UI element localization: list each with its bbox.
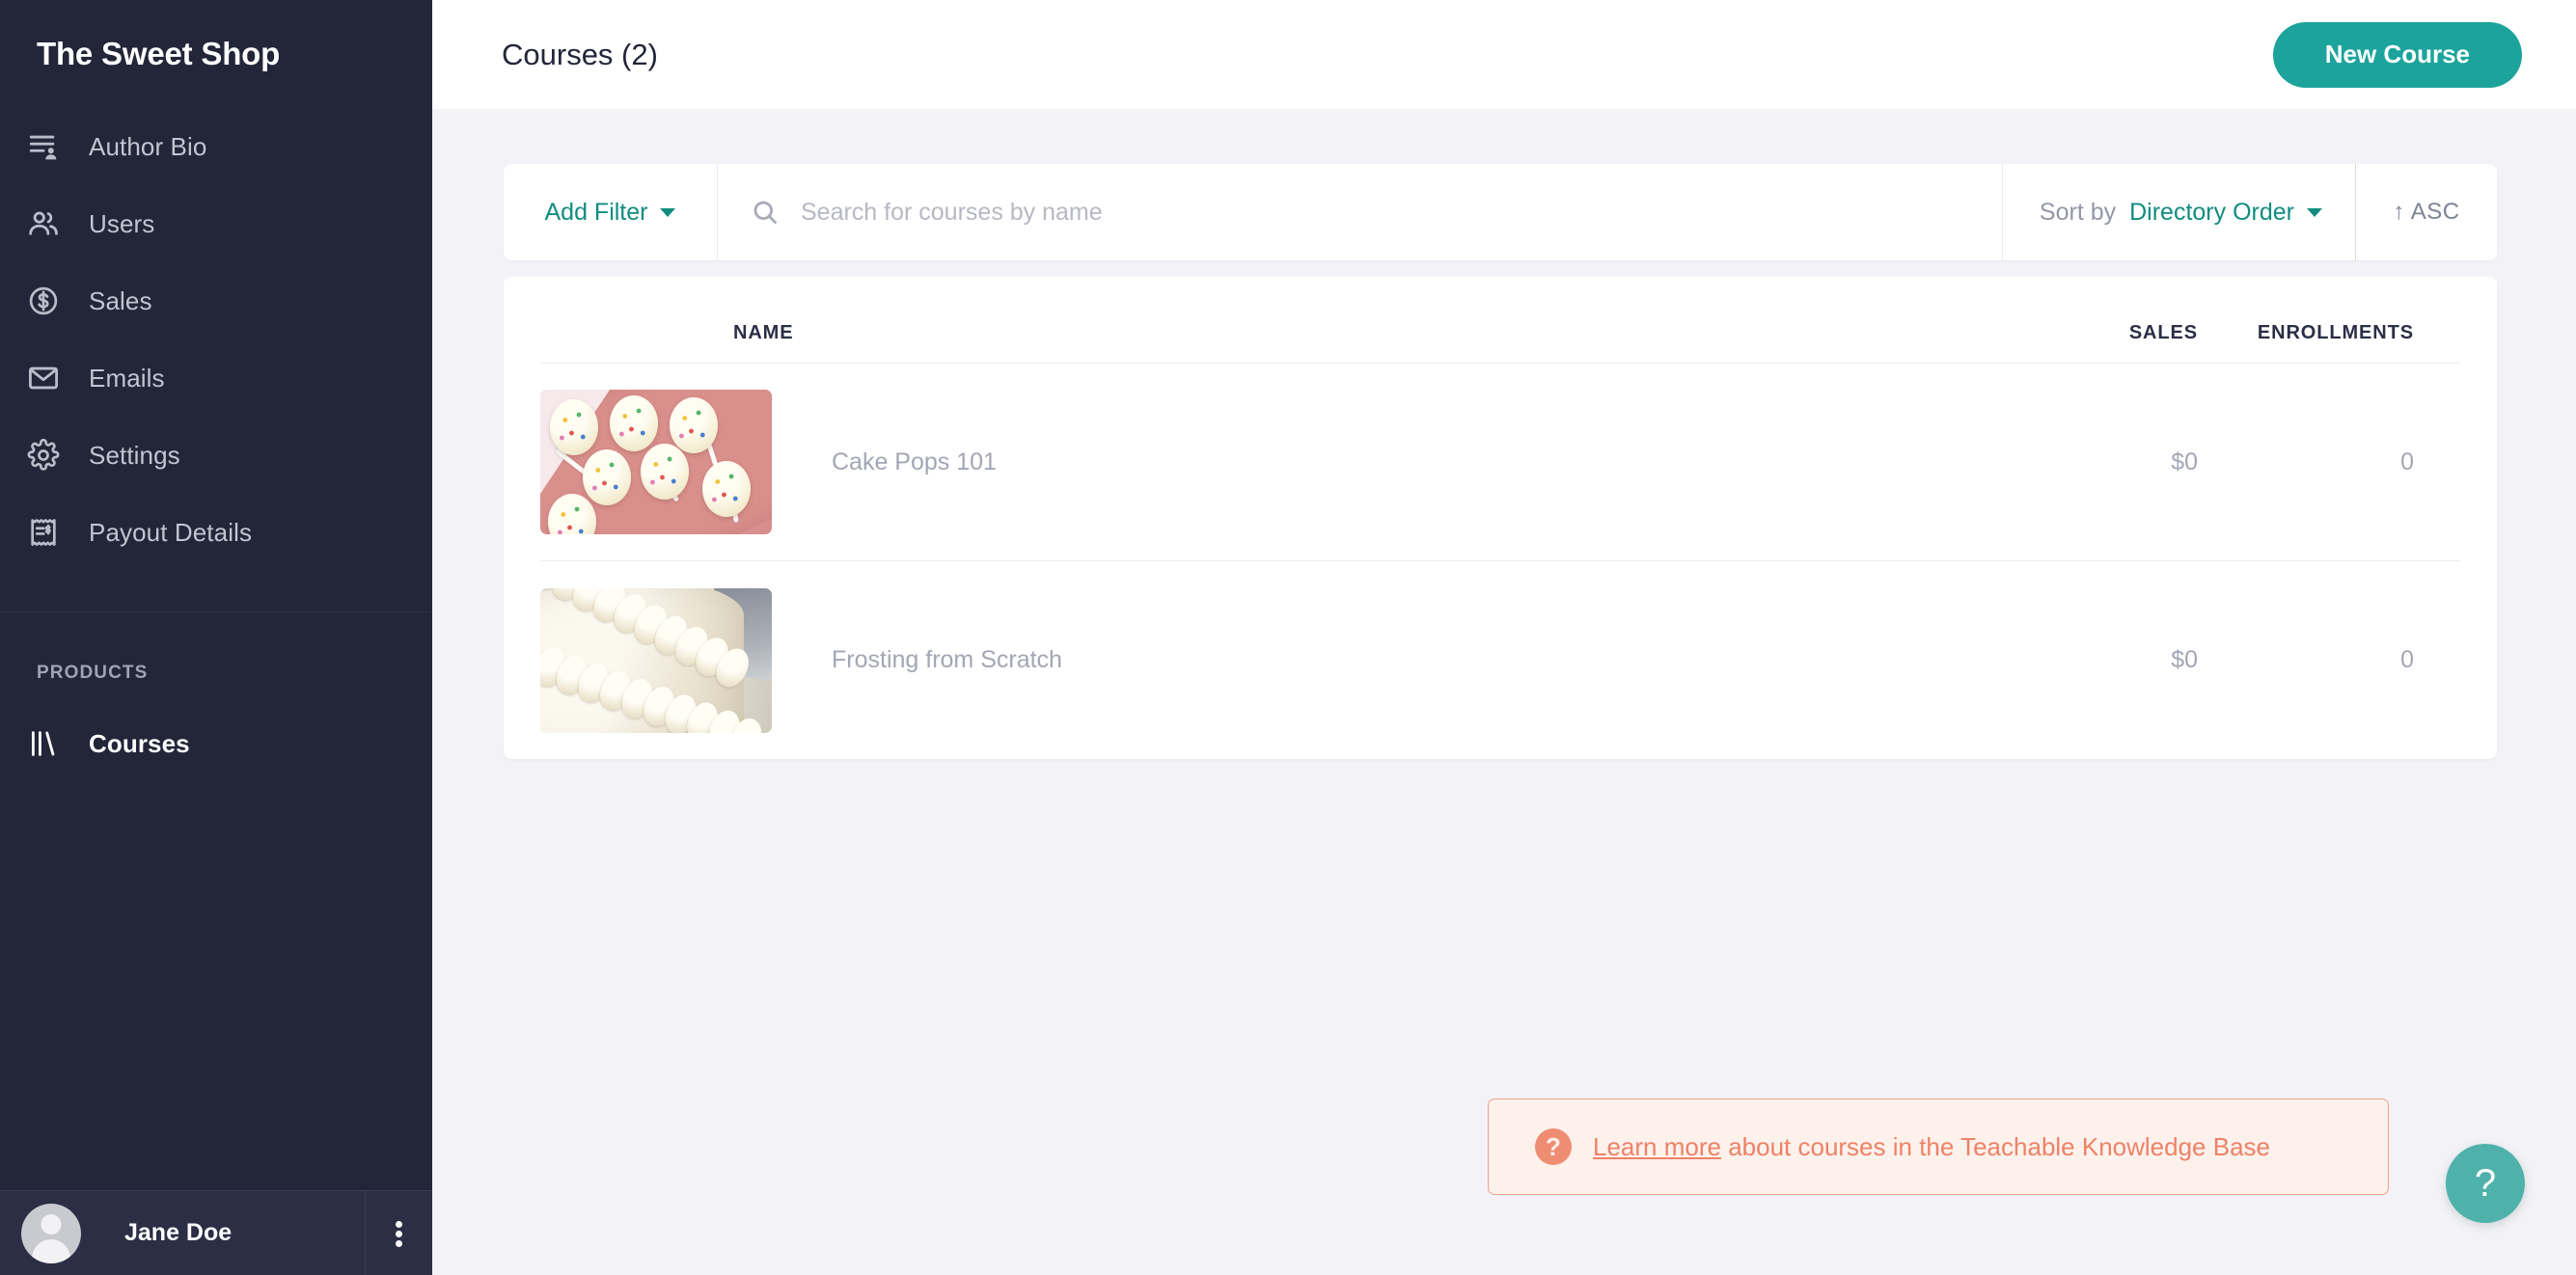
course-enrollments: 0 — [2219, 448, 2460, 476]
kebab-menu-icon[interactable] — [365, 1191, 432, 1275]
sidebar-item-users[interactable]: Users — [0, 185, 432, 262]
knowledge-base-notice: ? Learn more about courses in the Teacha… — [1488, 1099, 2389, 1195]
sidebar-item-label: Users — [89, 209, 154, 239]
column-header-name: NAME — [733, 322, 1978, 363]
sidebar-item-sales[interactable]: Sales — [0, 262, 432, 339]
sidebar-item-label: Emails — [89, 364, 165, 393]
sort-direction-toggle[interactable]: ↑ ASC — [2356, 164, 2497, 260]
sort-selector[interactable]: Sort by Directory Order — [2003, 164, 2356, 260]
add-filter-button[interactable]: Add Filter — [504, 164, 718, 260]
main-area: Courses (2) New Course Add Filter — [432, 0, 2576, 1275]
brand: The Sweet Shop — [0, 0, 432, 108]
avatar — [21, 1204, 81, 1263]
payout-receipt-icon — [27, 516, 77, 549]
cake-pops-thumbnail — [540, 390, 772, 534]
course-name: Frosting from Scratch — [832, 646, 1978, 674]
sidebar-user-bar[interactable]: Jane Doe — [0, 1190, 432, 1275]
question-circle-icon: ? — [1535, 1128, 1572, 1165]
sidebar-item-label: Sales — [89, 286, 152, 316]
sort-by-value: Directory Order — [2129, 199, 2294, 227]
sidebar-item-emails[interactable]: Emails — [0, 339, 432, 417]
chevron-down-icon — [660, 208, 675, 217]
sort-by-label: Sort by — [2040, 199, 2116, 227]
chevron-down-icon — [2307, 208, 2322, 217]
course-enrollments: 0 — [2219, 646, 2460, 674]
search-icon — [751, 198, 780, 227]
search-input[interactable] — [801, 199, 2002, 227]
users-icon — [27, 207, 77, 240]
sidebar-item-settings[interactable]: Settings — [0, 417, 432, 494]
user-name: Jane Doe — [124, 1219, 232, 1247]
emails-icon — [27, 362, 77, 394]
sales-icon — [27, 285, 77, 317]
sidebar-divider — [0, 611, 432, 612]
brand-title: The Sweet Shop — [37, 36, 280, 72]
sidebar: The Sweet Shop Author Bio — [0, 0, 432, 1275]
sidebar-spacer — [0, 782, 432, 1190]
top-header: Courses (2) New Course — [432, 0, 2576, 109]
content-area: Add Filter Sort by Directory Order — [432, 109, 2576, 1275]
settings-gear-icon — [27, 439, 77, 472]
sidebar-item-payout-details[interactable]: Payout Details — [0, 494, 432, 571]
sidebar-item-label: Courses — [89, 729, 190, 759]
table-row[interactable]: Frosting from Scratch $0 0 — [540, 561, 2460, 759]
sidebar-item-label: Payout Details — [89, 518, 252, 548]
frosted-cake-thumbnail — [540, 588, 772, 733]
column-header-enrollments: ENROLLMENTS — [2219, 322, 2460, 363]
column-header-sales: SALES — [1978, 322, 2219, 363]
help-fab-button[interactable]: ? — [2446, 1144, 2525, 1223]
sidebar-item-label: Author Bio — [89, 132, 206, 162]
notice-rest-text: about courses in the Teachable Knowledge… — [1721, 1132, 2270, 1161]
author-bio-icon — [27, 130, 77, 163]
table-header-row: NAME SALES ENROLLMENTS — [540, 277, 2460, 364]
learn-more-link[interactable]: Learn more — [1593, 1132, 1721, 1161]
course-sales: $0 — [1978, 646, 2219, 674]
search-area[interactable] — [718, 164, 2003, 260]
page-title: Courses (2) — [502, 38, 658, 72]
sort-direction-label: ↑ ASC — [2393, 199, 2459, 226]
sidebar-item-courses[interactable]: Courses — [0, 705, 432, 782]
sidebar-section-label: PRODUCTS — [0, 663, 432, 684]
course-name: Cake Pops 101 — [832, 448, 1978, 476]
sidebar-item-author-bio[interactable]: Author Bio — [0, 108, 432, 185]
notice-text: Learn more about courses in the Teachabl… — [1593, 1132, 2270, 1162]
filter-bar: Add Filter Sort by Directory Order — [504, 164, 2497, 260]
new-course-button[interactable]: New Course — [2273, 22, 2522, 88]
courses-table: NAME SALES ENROLLMENTS — [504, 277, 2497, 759]
sidebar-item-label: Settings — [89, 441, 180, 471]
app-root: The Sweet Shop Author Bio — [0, 0, 2576, 1275]
courses-books-icon — [27, 727, 77, 760]
course-sales: $0 — [1978, 448, 2219, 476]
add-filter-label: Add Filter — [545, 199, 648, 227]
sidebar-nav: Author Bio Users — [0, 108, 432, 782]
table-row[interactable]: Cake Pops 101 $0 0 — [540, 364, 2460, 561]
